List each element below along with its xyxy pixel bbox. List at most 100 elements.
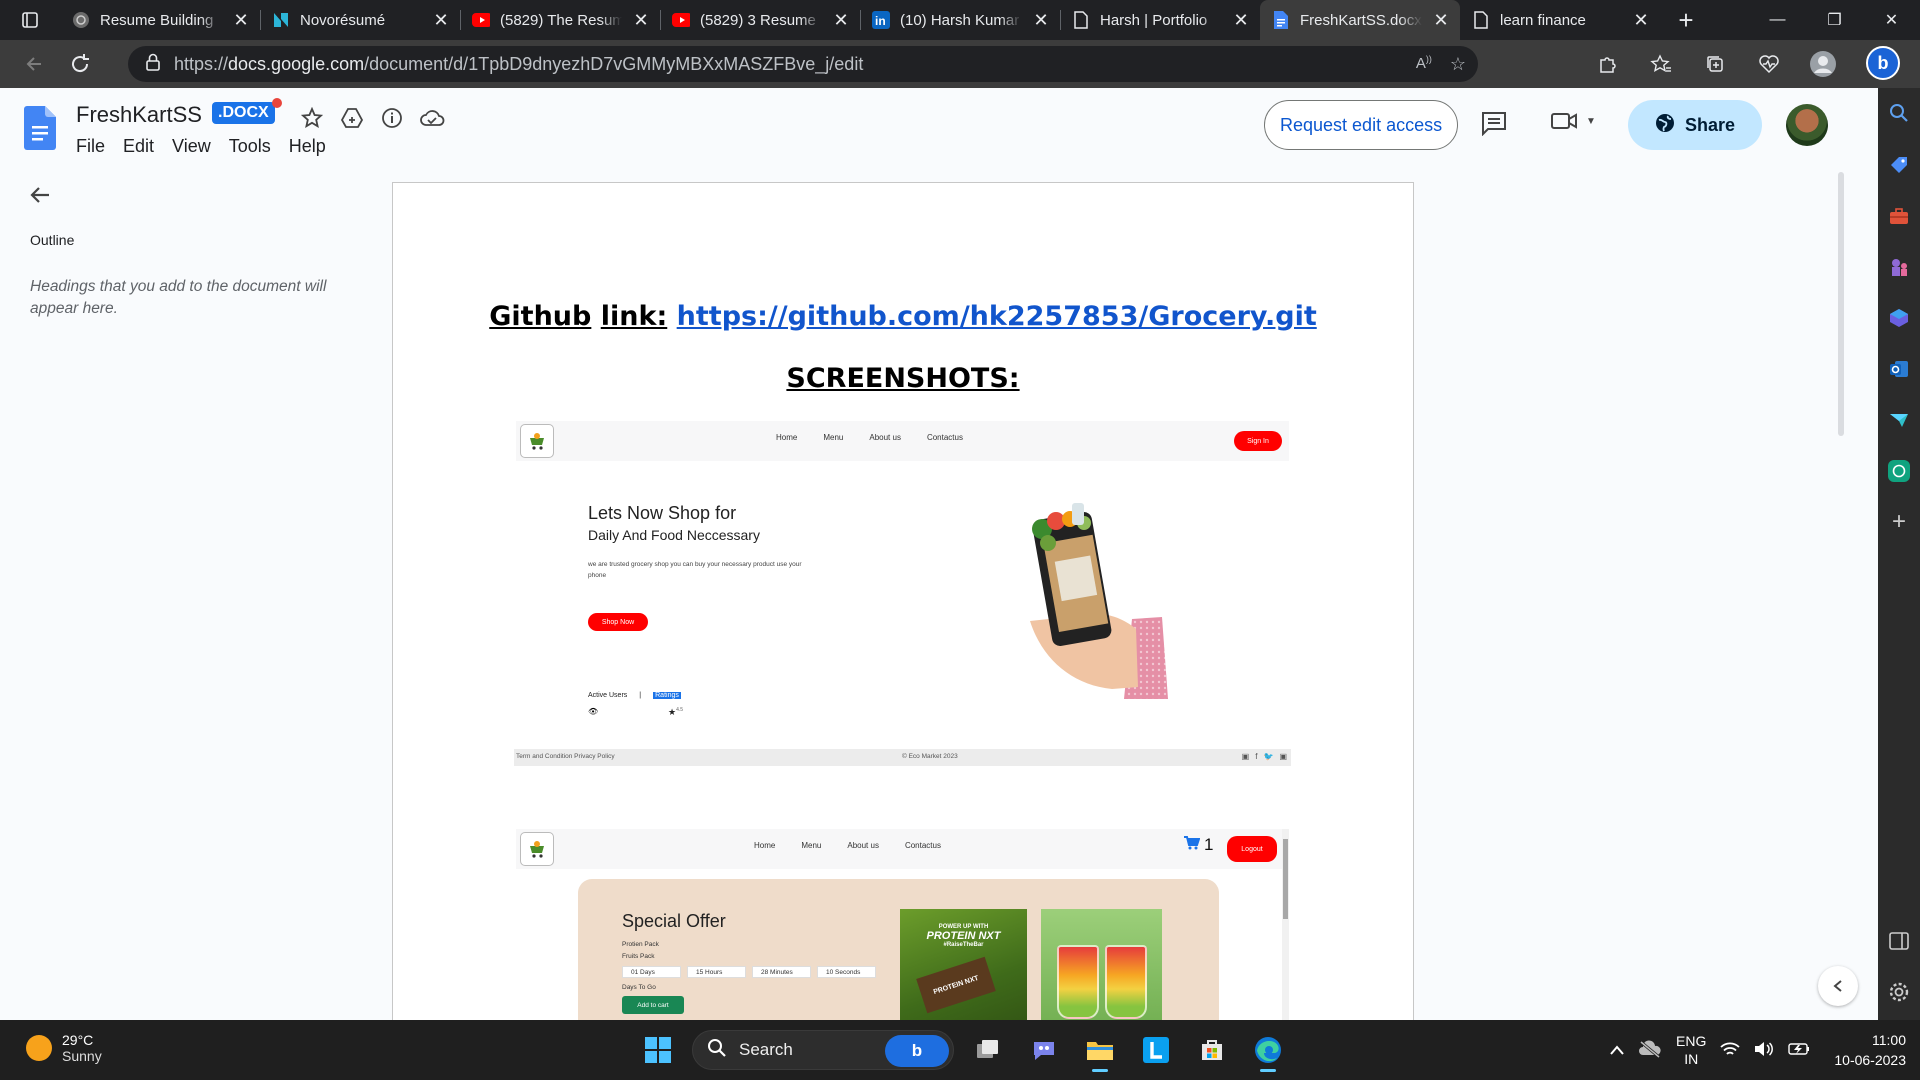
tools-icon[interactable]	[1878, 196, 1920, 236]
offer-protein-pack: Protien Pack	[622, 941, 659, 948]
tab-youtube-1[interactable]: (5829) The Resum ✕	[460, 0, 660, 40]
tab-youtube-2[interactable]: (5829) 3 Resume ✕	[660, 0, 860, 40]
lock-icon[interactable]	[146, 53, 160, 76]
protein-tagline: POWER UP WITH PROTEIN NXT #RaiseTheBar	[900, 923, 1027, 950]
close-icon[interactable]: ✕	[1232, 10, 1250, 31]
add-to-cart-button: Add to cart	[622, 996, 684, 1014]
tab-portfolio[interactable]: Harsh | Portfolio ✕	[1060, 0, 1260, 40]
tab-actions-icon[interactable]	[0, 0, 60, 40]
share-button[interactable]: Share	[1628, 100, 1762, 150]
close-icon[interactable]: ✕	[1032, 10, 1050, 31]
microsoft-365-icon[interactable]	[1878, 298, 1920, 338]
tab-linkedin[interactable]: in (10) Harsh Kumar ✕	[860, 0, 1060, 40]
send-drop-icon[interactable]	[1878, 400, 1920, 440]
protein-name: PROTEIN NXT	[926, 930, 1001, 942]
document-scrollbar-thumb[interactable]	[1838, 172, 1844, 436]
profile-icon[interactable]	[1796, 44, 1850, 84]
add-favorite-icon[interactable]: ☆	[1450, 54, 1466, 75]
l-app-icon[interactable]	[1134, 1028, 1178, 1072]
onedrive-offline-icon[interactable]	[1638, 1039, 1662, 1061]
language-indicator[interactable]: ENG IN	[1676, 1032, 1706, 1068]
close-icon[interactable]: ✕	[832, 10, 850, 31]
meet-icon[interactable]: ▼	[1550, 110, 1596, 132]
running-indicator	[1092, 1069, 1108, 1072]
task-view-icon[interactable]	[966, 1028, 1010, 1072]
github-url-link[interactable]: https://github.com/hk2257853/Grocery.git	[677, 301, 1317, 332]
settings-gear-icon[interactable]	[1878, 972, 1920, 1012]
system-clock[interactable]: 11:00 10-06-2023	[1834, 1030, 1906, 1070]
taskbar-search-box[interactable]: Search b	[692, 1030, 954, 1070]
move-to-drive-icon[interactable]	[338, 104, 366, 132]
extensions-icon[interactable]	[1580, 44, 1634, 84]
tab-novoresume[interactable]: Novorésumé ✕	[260, 0, 460, 40]
tab-title: (10) Harsh Kumar	[900, 11, 1020, 29]
document-scrollbar[interactable]	[1834, 168, 1848, 1020]
docs-logo-icon[interactable]	[24, 106, 56, 155]
close-icon[interactable]: ✕	[632, 10, 650, 31]
cart-count: 1	[1204, 835, 1214, 854]
search-icon[interactable]	[1878, 93, 1920, 133]
close-icon[interactable]: ✕	[1432, 10, 1450, 31]
menu-help[interactable]: Help	[281, 134, 334, 159]
screenshot-offer-page[interactable]: Home Menu About us Contactus 1 Logout Sp…	[516, 829, 1289, 1020]
close-icon[interactable]: ✕	[432, 10, 450, 31]
tab-resume-building[interactable]: Resume Building ✕	[60, 0, 260, 40]
shopping-tag-icon[interactable]	[1878, 145, 1920, 185]
comments-icon[interactable]	[1480, 110, 1508, 141]
search-icon	[707, 1038, 727, 1063]
wifi-icon[interactable]	[1720, 1041, 1740, 1060]
screenshot-home-page[interactable]: Home Menu About us Contactus Sign In Let…	[514, 421, 1291, 766]
browser-essentials-icon[interactable]	[1742, 44, 1796, 84]
minimize-icon[interactable]: —	[1749, 0, 1806, 40]
docx-badge[interactable]: .DOCX	[212, 102, 275, 124]
info-icon[interactable]	[378, 104, 406, 132]
weather-widget[interactable]: 29°C Sunny	[26, 1032, 102, 1064]
site-navbar: Home Menu About us Contactus 1 Logout	[516, 829, 1282, 869]
menu-tools[interactable]: Tools	[221, 134, 279, 159]
cart-icon	[1184, 835, 1201, 855]
tab-learn-finance[interactable]: learn finance ✕	[1460, 0, 1660, 40]
cloud-saved-icon[interactable]	[418, 104, 446, 132]
document-title[interactable]: FreshKartSS	[76, 102, 202, 128]
collapse-side-panel-button[interactable]	[1818, 966, 1858, 1006]
avatar[interactable]	[1786, 104, 1828, 146]
bing-copilot-icon[interactable]: b	[1866, 46, 1900, 80]
chevron-up-icon[interactable]	[1610, 1042, 1624, 1058]
document-page[interactable]: Github link: https://github.com/hk225785…	[392, 182, 1414, 1020]
sidebar-layout-icon[interactable]	[1878, 921, 1920, 961]
games-icon[interactable]	[1878, 247, 1920, 287]
outlook-icon[interactable]	[1878, 349, 1920, 389]
file-explorer-icon[interactable]	[1078, 1028, 1122, 1072]
chevron-down-icon[interactable]: ▼	[1586, 116, 1596, 127]
menu-file[interactable]: File	[68, 134, 113, 159]
address-bar[interactable]: https://docs.google.com/document/d/1TpbD…	[128, 46, 1478, 82]
favorites-icon[interactable]	[1634, 44, 1688, 84]
tab-freshkart-docx[interactable]: FreshKartSS.docx ✕	[1260, 0, 1460, 40]
close-icon[interactable]: ✕	[232, 10, 250, 31]
menu-edit[interactable]: Edit	[115, 134, 162, 159]
back-arrow-icon[interactable]	[12, 44, 56, 84]
bing-search-icon[interactable]: b	[885, 1035, 949, 1067]
microsoft-store-icon[interactable]	[1190, 1028, 1234, 1072]
request-edit-access-button[interactable]: Request edit access	[1264, 100, 1459, 150]
close-icon[interactable]: ✕	[1632, 10, 1650, 31]
windows-start-icon[interactable]	[636, 1028, 680, 1072]
collections-icon[interactable]	[1688, 44, 1742, 84]
teams-chat-icon[interactable]	[1022, 1028, 1066, 1072]
new-tab-button[interactable]: +	[1666, 0, 1706, 40]
reload-icon[interactable]	[58, 44, 102, 84]
close-window-icon[interactable]: ✕	[1863, 0, 1920, 40]
document-canvas[interactable]: Github link: https://github.com/hk225785…	[0, 168, 1878, 1020]
add-sidebar-app-icon[interactable]: +	[1878, 502, 1920, 542]
url-prefix: https://	[174, 53, 229, 74]
battery-charging-icon[interactable]	[1788, 1042, 1810, 1059]
menu-view[interactable]: View	[164, 134, 219, 159]
edge-browser-icon[interactable]	[1246, 1028, 1290, 1072]
read-aloud-icon[interactable]: A))	[1416, 54, 1432, 75]
star-icon[interactable]	[298, 104, 326, 132]
chatgpt-sidebar-icon[interactable]	[1878, 451, 1920, 491]
screenshots-heading: SCREENSHOTS:	[786, 363, 1020, 394]
restore-icon[interactable]: ❐	[1806, 0, 1863, 40]
volume-icon[interactable]	[1754, 1041, 1774, 1060]
taskbar-search-label: Search	[739, 1040, 793, 1059]
